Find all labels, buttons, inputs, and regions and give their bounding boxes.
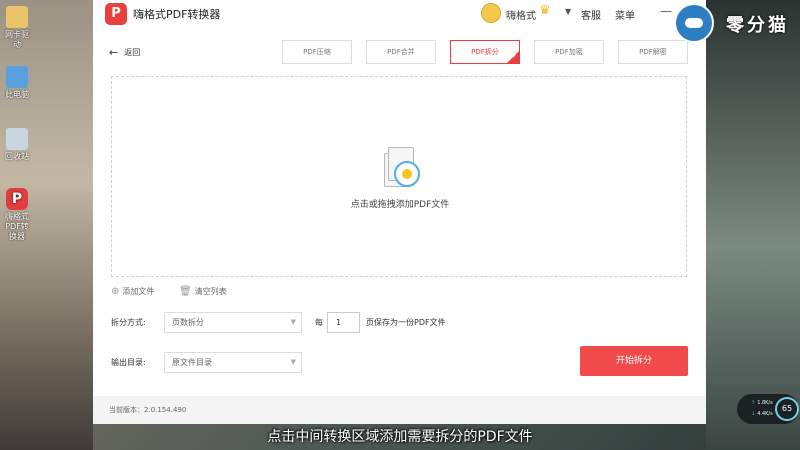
plus-circle-icon: ⊕ [111, 286, 120, 297]
tab-label: PDF解密 [639, 48, 667, 56]
tab-pdf-compress[interactable]: PDF压缩 [282, 40, 352, 64]
drop-hint: 点击或拖拽添加PDF文件 [350, 200, 450, 210]
add-file-label: 添加文件 [122, 287, 155, 296]
desktop-icon-folder[interactable]: 网卡驱动 [2, 6, 32, 50]
upload-rate: ↑ 1.8K/s [751, 400, 773, 406]
chevron-down-icon: ▼ [290, 358, 296, 366]
download-rate: ↓ 4.4K/s [751, 411, 773, 417]
back-label: 返回 [124, 48, 141, 57]
cat-logo-icon [674, 3, 714, 43]
desktop-icon-label: 网卡驱动 [5, 30, 29, 49]
username[interactable]: 嗨格式 [506, 7, 536, 22]
output-dir-select[interactable]: 原文件目录 ▼ [164, 352, 302, 373]
chevron-down-icon[interactable]: ▼ [565, 7, 571, 16]
app-icon: P [6, 188, 28, 210]
tab-pdf-encrypt[interactable]: PDF加密 [534, 40, 604, 64]
trash-icon: 🗑 [179, 286, 192, 297]
clear-list-label: 清空列表 [194, 287, 227, 296]
tab-label: PDF拆分 [471, 48, 499, 56]
app-window: P 嗨格式PDF转换器 嗨格式 ♛ ▼ 客服 菜单 — ← 返回 PDF压缩 PD… [93, 0, 706, 424]
clear-list-button[interactable]: 🗑 清空列表 [179, 286, 227, 297]
recycle-bin-icon [6, 128, 28, 150]
pages-input[interactable]: 1 [327, 312, 360, 333]
split-mode-select[interactable]: 页数拆分 ▼ [164, 312, 302, 333]
output-dir-label: 输出目录: [111, 358, 146, 367]
desktop-right [706, 0, 800, 450]
version-text: 当前版本：2.0.154.490 [109, 406, 187, 414]
desktop-icon-label: 回收站 [5, 152, 29, 161]
desktop-icon-computer[interactable]: 此电脑 [2, 66, 32, 100]
arrow-left-icon: ← [109, 46, 119, 59]
split-mode-value: 页数拆分 [172, 318, 204, 327]
usage-percent: 65 [775, 397, 799, 421]
desktop-icon-recycle-bin[interactable]: 回收站 [2, 128, 32, 162]
start-split-button[interactable]: 开始拆分 [580, 346, 688, 376]
desktop-icon-label: 嗨格式PDF转换器 [5, 212, 29, 241]
back-button[interactable]: ← 返回 [109, 46, 140, 59]
menu-link[interactable]: 菜单 [615, 7, 635, 22]
video-subtitle: 点击中间转换区域添加需要拆分的PDF文件 [267, 429, 533, 445]
output-dir-value: 原文件目录 [172, 358, 212, 367]
avatar[interactable] [481, 3, 501, 23]
app-logo: P [105, 3, 127, 25]
file-drop-zone[interactable]: 点击或拖拽添加PDF文件 [111, 76, 687, 277]
add-file-button[interactable]: ⊕ 添加文件 [111, 286, 154, 297]
desktop-icon-app[interactable]: P 嗨格式PDF转换器 [2, 188, 32, 242]
add-file-icon [394, 161, 420, 187]
download-icon: ↓ [751, 411, 756, 417]
minimize-button[interactable]: — [660, 4, 672, 18]
tab-label: PDF合并 [387, 48, 415, 56]
service-link[interactable]: 客服 [581, 7, 601, 22]
tab-pdf-decrypt[interactable]: PDF解密 [618, 40, 688, 64]
per-suffix-label: 页保存为一份PDF文件 [366, 318, 446, 327]
brand-text: 零分猫 [726, 15, 789, 36]
desktop-left: 网卡驱动 此电脑 回收站 P 嗨格式PDF转换器 [0, 0, 93, 450]
tab-pdf-merge[interactable]: PDF合并 [366, 40, 436, 64]
desktop-icon-label: 此电脑 [5, 90, 29, 99]
per-label: 每 [315, 318, 323, 327]
computer-icon [6, 66, 28, 88]
tab-label: PDF加密 [555, 48, 583, 56]
brand-watermark: 零分猫 [674, 3, 798, 43]
check-icon: ✓ [507, 51, 519, 63]
network-speed-widget: ↑ 1.8K/s ↓ 4.4K/s 65 [737, 394, 799, 424]
footer: 当前版本：2.0.154.490 [93, 396, 706, 424]
chevron-down-icon: ▼ [290, 318, 296, 326]
upload-icon: ↑ [751, 400, 756, 406]
split-mode-label: 拆分方式: [111, 318, 146, 327]
tab-label: PDF压缩 [303, 48, 331, 56]
tab-pdf-split[interactable]: PDF拆分 ✓ [450, 40, 520, 64]
folder-icon [6, 6, 28, 28]
title-bar: P 嗨格式PDF转换器 嗨格式 ♛ ▼ 客服 菜单 — [93, 0, 706, 27]
crown-icon: ♛ [539, 3, 551, 18]
app-title: 嗨格式PDF转换器 [133, 8, 221, 21]
